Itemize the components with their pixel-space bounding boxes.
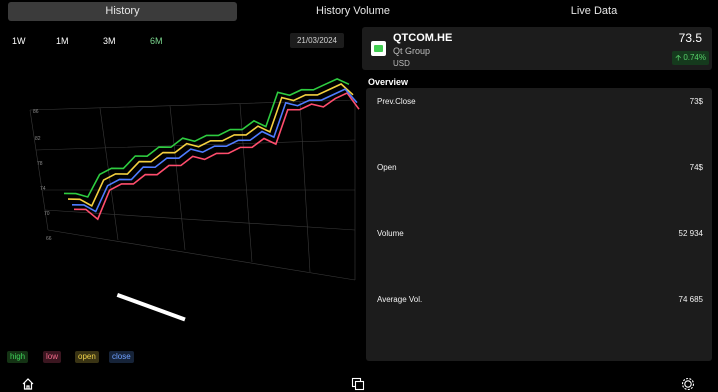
overview-title: Overview bbox=[368, 77, 409, 87]
legend-open[interactable]: open bbox=[75, 351, 99, 363]
copy-icon[interactable] bbox=[351, 377, 365, 391]
stock-symbol: QTCOM.HE bbox=[393, 32, 453, 44]
svg-text:86: 86 bbox=[33, 109, 39, 115]
tab-history-volume[interactable]: History Volume bbox=[242, 2, 464, 21]
chart-scroll-handle bbox=[116, 292, 186, 322]
open-label: Open bbox=[377, 163, 397, 172]
home-icon[interactable] bbox=[21, 377, 35, 391]
top-tab-bar: History History Volume Live Data bbox=[0, 0, 718, 24]
arrow-up-icon: 🡩 bbox=[675, 53, 682, 62]
legend-close[interactable]: close bbox=[109, 351, 134, 363]
price-change-value: 0.74% bbox=[683, 53, 706, 62]
svg-text:78: 78 bbox=[37, 161, 43, 167]
average-volume-label: Average Vol. bbox=[377, 295, 423, 304]
legend-high[interactable]: high bbox=[7, 351, 29, 363]
overview-panel: Prev.Close 73$ Open 74$ Volume 52 934 Av… bbox=[366, 88, 712, 361]
volume-value: 52 934 bbox=[678, 229, 703, 238]
tab-live-data[interactable]: Live Data bbox=[470, 2, 718, 21]
date-picker[interactable]: 21/03/2024 bbox=[290, 33, 344, 48]
svg-text:66: 66 bbox=[46, 236, 52, 242]
qt-logo-icon bbox=[371, 41, 386, 56]
tab-history[interactable]: History bbox=[8, 2, 237, 21]
prev-close-label: Prev.Close bbox=[377, 97, 416, 106]
quote-card: QTCOM.HE Qt Group USD 73.5 🡩 0.74% bbox=[362, 27, 712, 70]
open-value: 74$ bbox=[689, 163, 703, 172]
svg-text:74: 74 bbox=[40, 186, 46, 192]
volume-label: Volume bbox=[377, 229, 404, 238]
chart-tick-labels: 86 82 78 74 70 66 bbox=[33, 109, 52, 242]
current-price: 73.5 bbox=[678, 31, 702, 45]
range-3m-button[interactable]: 3M bbox=[103, 36, 116, 46]
series-line-low bbox=[73, 92, 360, 221]
prev-close-value: 73$ bbox=[689, 97, 703, 106]
chart-grid bbox=[29, 99, 356, 281]
range-1m-button[interactable]: 1M bbox=[56, 36, 69, 46]
average-volume-value: 74 685 bbox=[678, 295, 703, 304]
currency-label: USD bbox=[393, 59, 410, 68]
company-name: Qt Group bbox=[393, 46, 431, 56]
range-6m-button[interactable]: 6M bbox=[150, 36, 163, 46]
svg-text:82: 82 bbox=[35, 136, 41, 142]
svg-text:70: 70 bbox=[44, 211, 50, 217]
price-history-3d-chart[interactable]: 86 82 78 74 70 66 bbox=[0, 52, 360, 350]
legend-low[interactable]: low bbox=[43, 351, 62, 363]
gear-icon[interactable] bbox=[681, 377, 695, 391]
range-1w-button[interactable]: 1W bbox=[12, 36, 26, 46]
price-change-badge: 🡩 0.74% bbox=[672, 51, 709, 65]
